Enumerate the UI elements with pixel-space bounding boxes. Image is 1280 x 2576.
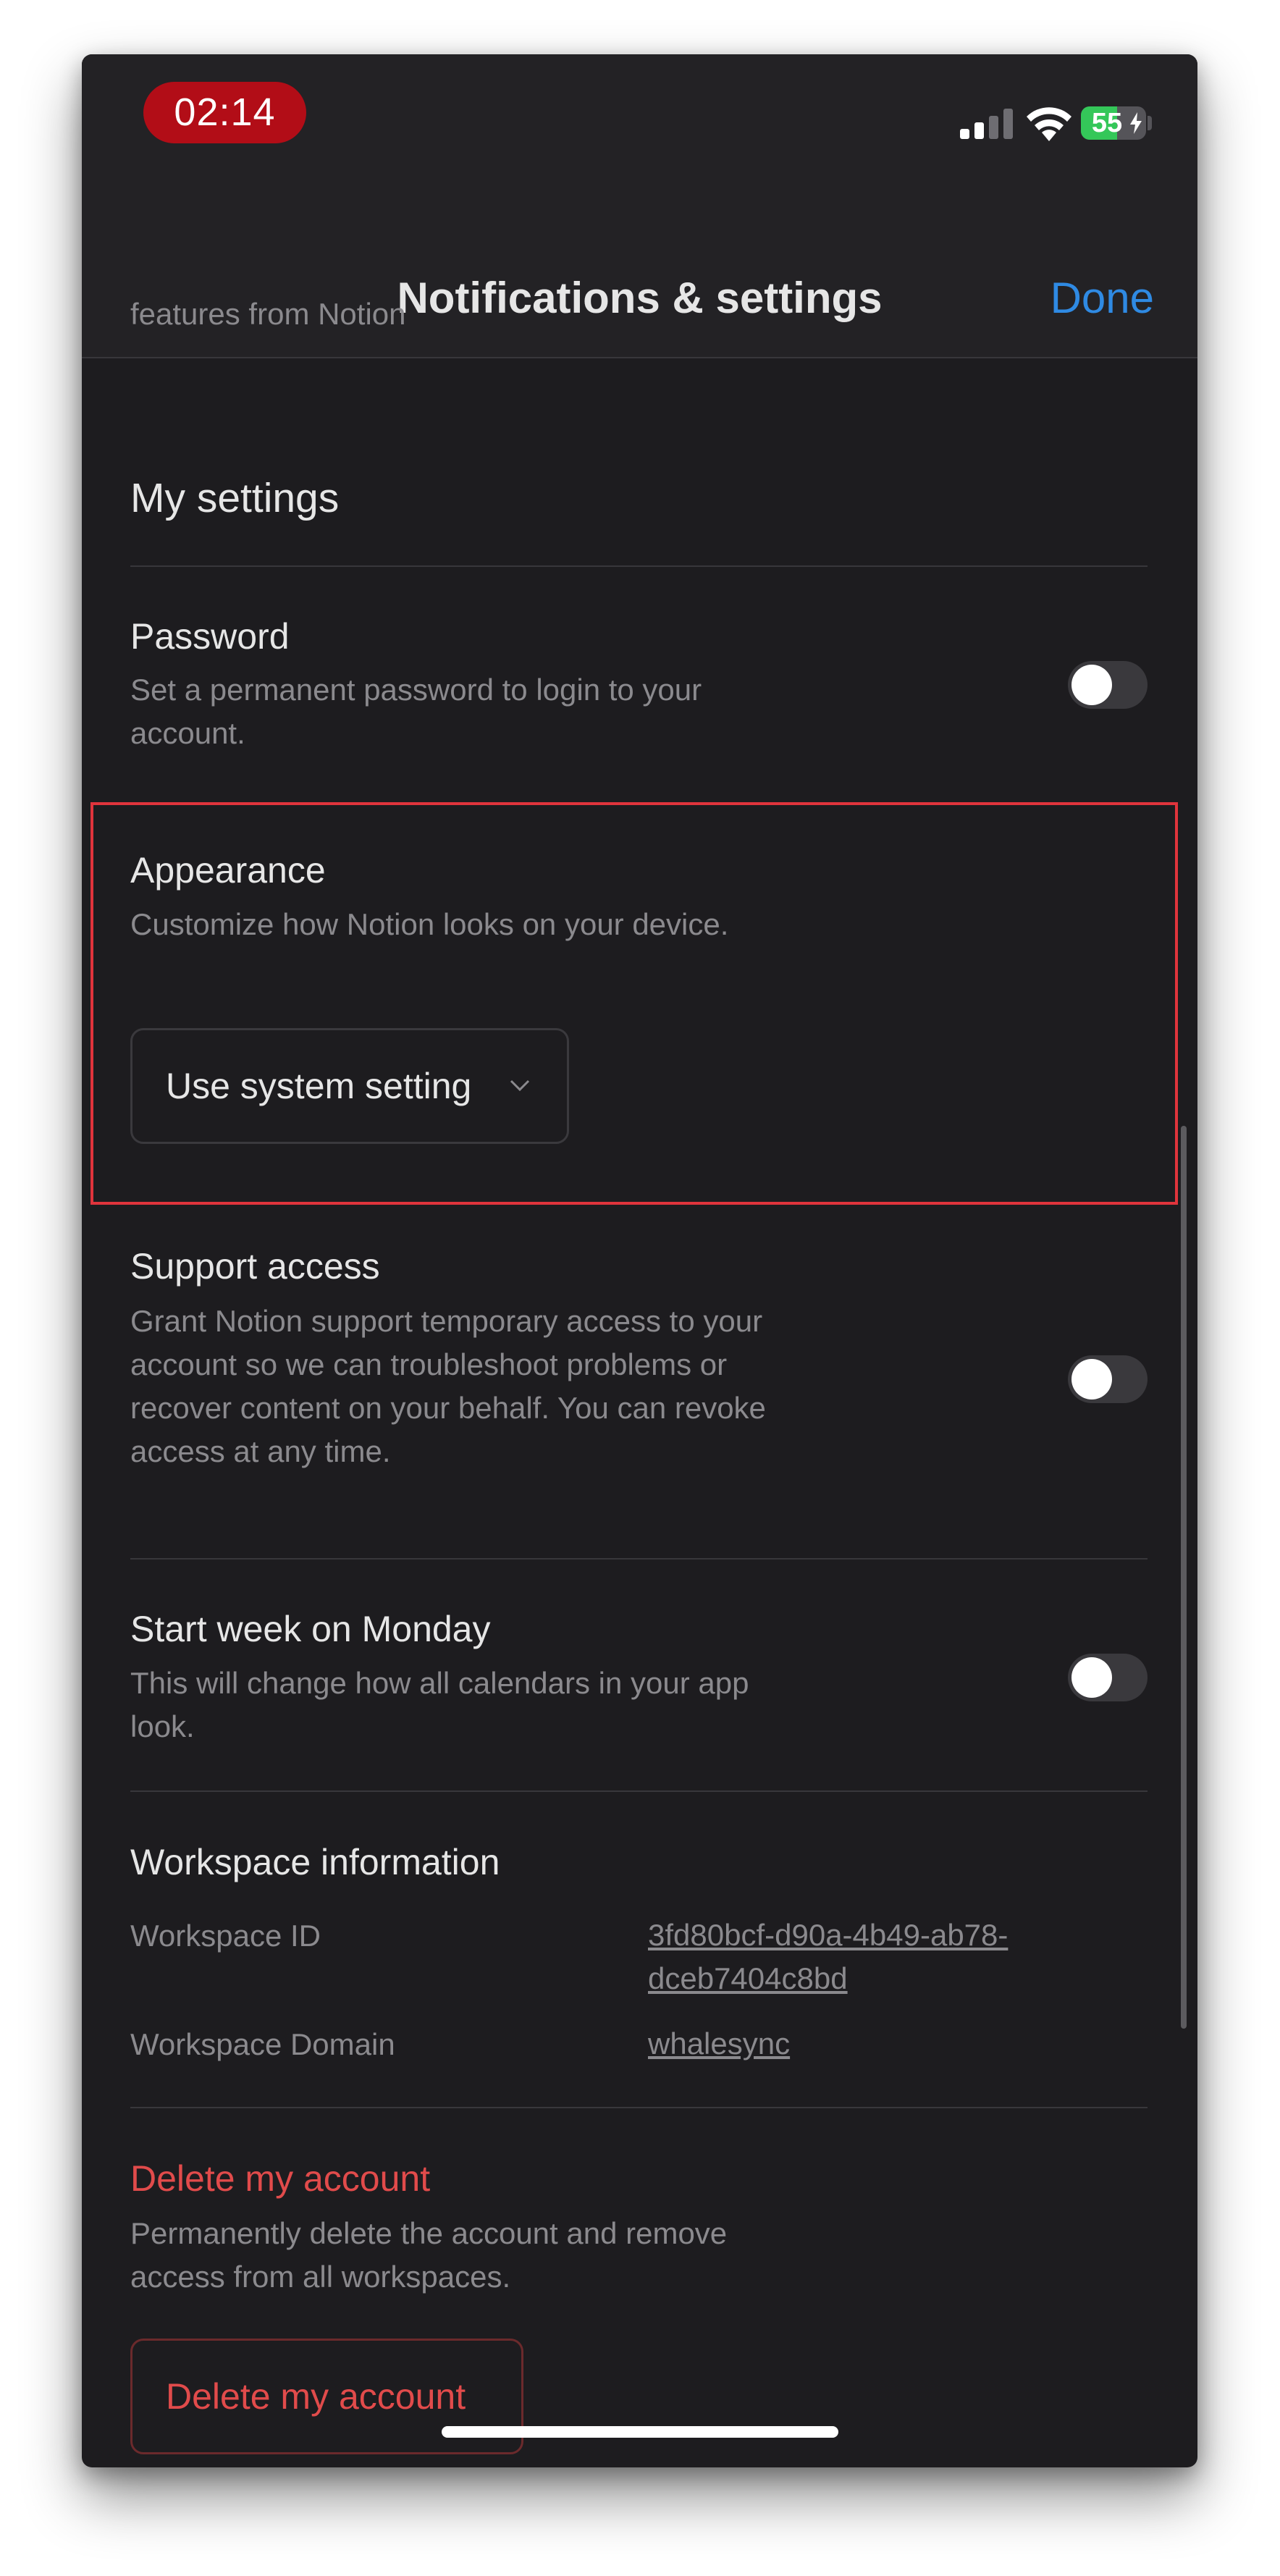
divider xyxy=(130,1558,1148,1560)
divider xyxy=(130,565,1148,567)
workspace-domain-link[interactable]: whalesync xyxy=(648,2022,1140,2066)
scrollbar[interactable] xyxy=(1181,1126,1187,2029)
workspace-id-link[interactable]: 3fd80bcf-d90a-4b49-ab78-dceb7404c8bd xyxy=(648,1914,1140,2000)
my-settings-heading: My settings xyxy=(130,475,340,521)
support-access-toggle[interactable] xyxy=(1068,1355,1148,1403)
start-week-title: Start week on Monday xyxy=(130,1609,491,1649)
toggle-knob xyxy=(1071,1657,1112,1698)
status-time: 02:14 xyxy=(143,82,306,143)
divider xyxy=(130,2107,1148,2108)
password-toggle[interactable] xyxy=(1068,661,1148,709)
appearance-select[interactable]: Use system setting xyxy=(130,1028,569,1144)
truncated-description: features from Notion xyxy=(130,297,406,331)
workspace-id-label: Workspace ID xyxy=(130,1919,321,1953)
cellular-signal-icon xyxy=(960,109,1013,139)
charging-bolt-icon xyxy=(1130,112,1142,134)
password-description: Set a permanent password to login to you… xyxy=(130,673,702,750)
navigation-bar: Notifications & settings Done xyxy=(82,199,1197,358)
divider xyxy=(130,1790,1148,1792)
password-title: Password xyxy=(130,616,290,657)
battery-level: 55 xyxy=(1091,108,1123,138)
workspace-heading: Workspace information xyxy=(130,1842,500,1882)
chevron-down-icon xyxy=(510,1079,530,1092)
done-button[interactable]: Done xyxy=(1050,273,1154,324)
appearance-title: Appearance xyxy=(130,850,326,891)
toggle-knob xyxy=(1071,665,1112,705)
start-week-toggle[interactable] xyxy=(1068,1654,1148,1701)
status-bar: 02:14 55 xyxy=(82,54,1197,199)
toggle-knob xyxy=(1071,1359,1112,1399)
support-access-description: Grant Notion support temporary access to… xyxy=(130,1304,766,1468)
wifi-icon xyxy=(1027,107,1071,141)
battery-nub xyxy=(1148,116,1152,130)
appearance-description: Customize how Notion looks on your devic… xyxy=(130,907,729,941)
delete-account-title: Delete my account xyxy=(130,2158,431,2199)
start-week-description: This will change how all calendars in yo… xyxy=(130,1666,749,1743)
support-access-title: Support access xyxy=(130,1246,380,1287)
appearance-select-value: Use system setting xyxy=(166,1066,472,1106)
delete-account-description: Permanently delete the account and remov… xyxy=(130,2216,728,2294)
home-indicator[interactable] xyxy=(442,2426,838,2438)
workspace-domain-label: Workspace Domain xyxy=(130,2027,395,2061)
phone-screen: 02:14 55 Notifications & settings Done f… xyxy=(82,54,1197,2467)
battery-icon: 55 xyxy=(1081,106,1146,140)
